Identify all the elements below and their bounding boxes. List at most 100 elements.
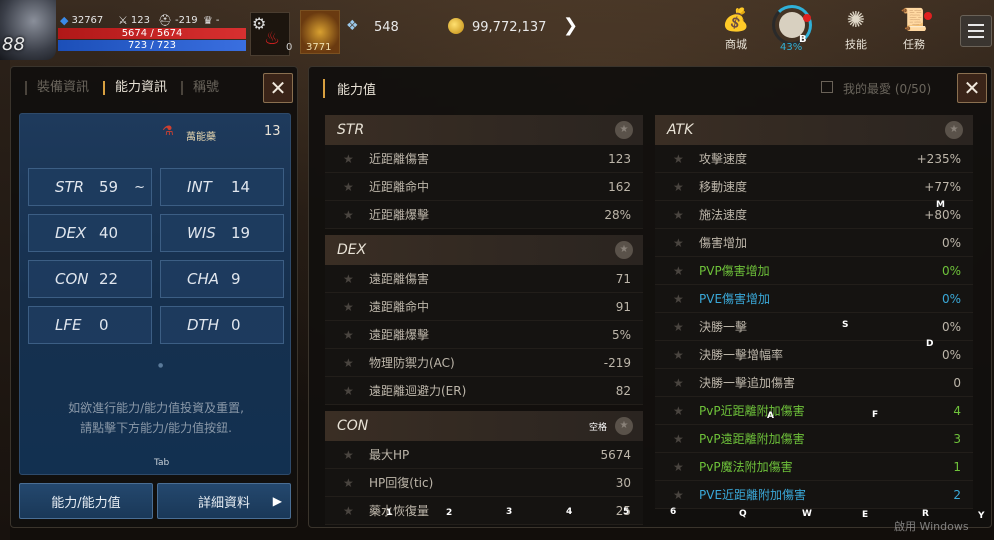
stat-row[interactable]: ★ PVE傷害增加 0% (655, 285, 973, 313)
row-label: PVE近距離附加傷害 (699, 488, 807, 502)
key-hint-2: 2 (446, 508, 453, 518)
stat-row[interactable]: ★ PvP近距離附加傷害 4 (655, 397, 973, 425)
elixir-icon: ⚗ (162, 124, 174, 139)
star-icon[interactable]: ★ (343, 504, 369, 518)
star-icon[interactable]: ★ (673, 376, 699, 390)
row-value: 5674 (600, 447, 631, 462)
help-line-1: 如欲進行能力/能力值投資及重置, (68, 401, 244, 415)
star-icon[interactable]: ★ (343, 476, 369, 490)
elixir-label: 萬能藥 (186, 132, 216, 143)
star-icon[interactable]: ★ (615, 241, 633, 259)
stat-row[interactable]: ★ PvP遠距離附加傷害 3 (655, 425, 973, 453)
stat-row[interactable]: ★ 最大HP 5674 (325, 441, 643, 469)
star-icon[interactable]: ★ (615, 121, 633, 139)
skill-swirl-icon: ✺ (846, 8, 866, 33)
stat-value: 19 (231, 224, 251, 242)
row-value: 162 (608, 179, 631, 194)
close-icon[interactable]: ✕ (957, 73, 987, 103)
stat-row[interactable]: ★ 藥水恢復量 2 5 (325, 497, 643, 525)
tab-title[interactable]: 稱號 (181, 81, 233, 95)
star-icon[interactable]: ★ (343, 272, 369, 286)
stat-row[interactable]: ★ 移動速度 +77% (655, 173, 973, 201)
stat-cell-str[interactable]: STR 59 ~ (28, 168, 152, 206)
row-value: 5% (611, 327, 631, 342)
stat-row[interactable]: ★ PVE近距離附加傷害 2 (655, 481, 973, 509)
tab-key-hint: Tab (154, 458, 170, 468)
star-icon[interactable]: ★ (673, 404, 699, 418)
star-icon[interactable]: ★ (343, 448, 369, 462)
stat-cell-lfe[interactable]: LFE 0 (28, 306, 152, 344)
star-icon[interactable]: ★ (673, 208, 699, 222)
star-icon[interactable]: ★ (673, 264, 699, 278)
star-icon[interactable]: ★ (673, 236, 699, 250)
hamburger-menu-icon[interactable] (960, 15, 992, 47)
stat-cell-dth[interactable]: DTH 0 (160, 306, 284, 344)
stat-row[interactable]: ★ 物理防禦力(AC) -219 (325, 349, 643, 377)
key-hint-s: S (842, 320, 849, 330)
detail-button[interactable]: 詳細資料 ▶ (157, 483, 291, 519)
helmet-value: -219 (174, 15, 198, 26)
tab-ability[interactable]: 能力資訊 (103, 81, 181, 95)
stat-row[interactable]: ★ 決勝一擊追加傷害 0 (655, 369, 973, 397)
tab-equipment[interactable]: 裝備資訊 (25, 81, 103, 95)
stat-row[interactable]: ★ PvP魔法附加傷害 1 (655, 453, 973, 481)
stat-row[interactable]: ★ 近距離爆擊 28% (325, 201, 643, 229)
stat-name: STR (55, 178, 85, 196)
stat-cell-dex[interactable]: DEX 40 (28, 214, 152, 252)
star-icon[interactable]: ★ (343, 384, 369, 398)
stat-row[interactable]: ★ 傷害增加 0% (655, 229, 973, 257)
star-icon[interactable]: ★ (673, 152, 699, 166)
stat-cell-int[interactable]: INT 14 (160, 168, 284, 206)
stat-row[interactable]: ★ 近距離命中 162 (325, 173, 643, 201)
star-icon[interactable]: ★ (343, 208, 369, 222)
star-icon[interactable]: ★ (343, 300, 369, 314)
row-value: 91 (615, 299, 631, 314)
play-arrow-icon: ▶ (272, 494, 282, 508)
star-icon[interactable]: ★ (343, 152, 369, 166)
stat-row[interactable]: ★ 攻擊速度 +235% (655, 145, 973, 173)
skill-button[interactable]: ✺ 技能 (834, 6, 878, 52)
stat-row[interactable]: ★ 遠距離傷害 71 (325, 265, 643, 293)
star-icon[interactable]: ★ (673, 348, 699, 362)
currency-expand-arrow-icon[interactable]: ❯ (563, 15, 578, 36)
row-label: 決勝一擊 (699, 320, 748, 334)
star-icon[interactable]: ★ (343, 328, 369, 342)
stat-cell-con[interactable]: CON 22 (28, 260, 152, 298)
row-label: 決勝一擊追加傷害 (699, 376, 796, 390)
row-value: 28% (604, 207, 631, 222)
crystal-icon: ❖ (346, 18, 359, 34)
stat-row[interactable]: ★ PVP傷害增加 0% (655, 257, 973, 285)
star-icon[interactable]: ★ (615, 417, 633, 435)
star-icon[interactable]: ★ (343, 180, 369, 194)
ability-values-panel: 能力值 我的最愛 (0/50) ✕ STR ★ ★ 近距離傷害 123 ★ 近距離命中… (308, 66, 992, 528)
star-icon[interactable]: ★ (945, 121, 963, 139)
shop-button[interactable]: 💰 商城 (714, 6, 758, 52)
star-icon[interactable]: ★ (673, 432, 699, 446)
stat-cell-cha[interactable]: CHA 9 (160, 260, 284, 298)
star-icon[interactable]: ★ (673, 292, 699, 306)
star-icon[interactable]: ★ (673, 488, 699, 502)
favorites-checkbox[interactable] (821, 81, 833, 93)
stat-row[interactable]: ★ 遠距離爆擊 5% (325, 321, 643, 349)
stat-row[interactable]: ★ HP回復(tic) 30 (325, 469, 643, 497)
row-value: 82 (615, 383, 631, 398)
row-label: 近距離傷害 (369, 152, 430, 166)
row-label: PvP近距離附加傷害 (699, 404, 805, 418)
stat-row[interactable]: ★ 遠距離命中 91 (325, 293, 643, 321)
row-label: 最大HP (369, 448, 410, 462)
stat-row[interactable]: ★ 近距離傷害 123 (325, 145, 643, 173)
star-icon[interactable]: ★ (673, 320, 699, 334)
row-value: 0% (941, 291, 961, 306)
gold-coin-icon (448, 18, 464, 34)
star-icon[interactable]: ★ (673, 460, 699, 474)
stat-cell-wis[interactable]: WIS 19 (160, 214, 284, 252)
star-icon[interactable]: ★ (673, 180, 699, 194)
row-value: 4 (953, 403, 961, 418)
row-value: 0% (941, 319, 961, 334)
ability-button[interactable]: 能力/能力值 (19, 483, 153, 519)
stat-row[interactable]: ★ 施法速度 +80% (655, 201, 973, 229)
close-icon[interactable]: ✕ (263, 73, 293, 103)
stat-row[interactable]: ★ 遠距離迴避力(ER) 82 (325, 377, 643, 405)
star-icon[interactable]: ★ (343, 356, 369, 370)
stat-row[interactable]: ★ 決勝一擊 0% (655, 313, 973, 341)
